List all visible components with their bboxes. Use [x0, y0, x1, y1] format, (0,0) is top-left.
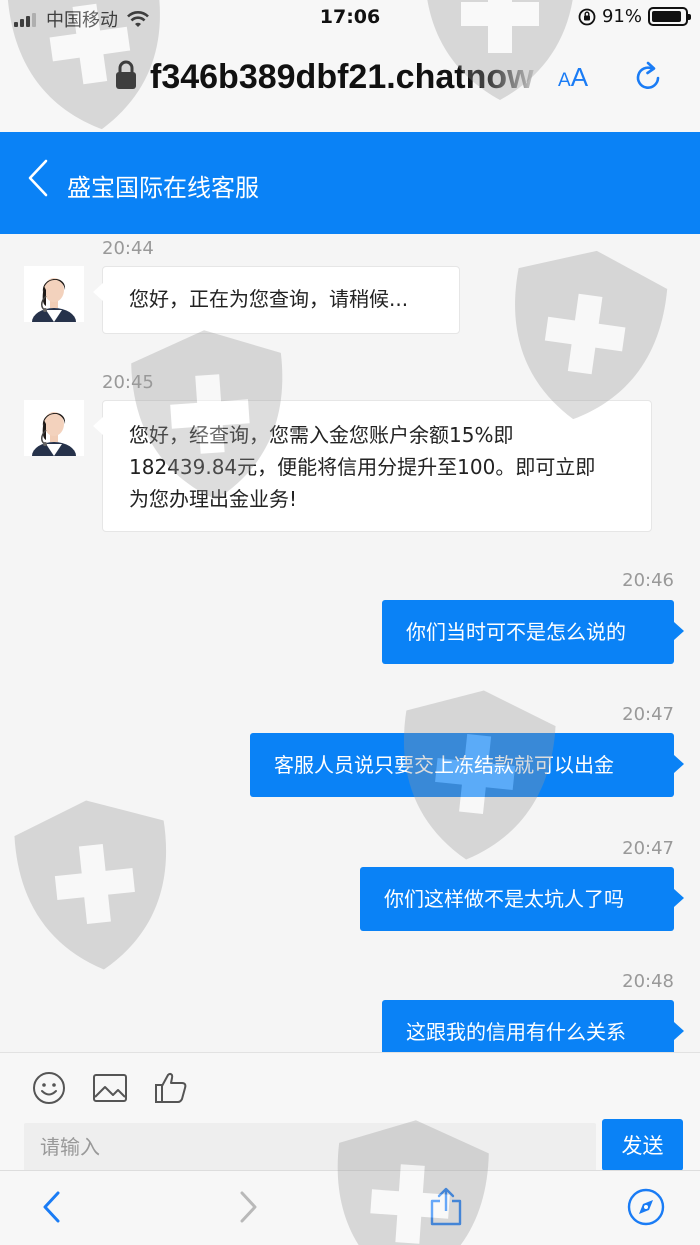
send-button[interactable]: 发送	[602, 1119, 683, 1171]
message-time: 20:46	[622, 570, 674, 591]
text-size-button[interactable]: AA	[558, 62, 588, 93]
message-time: 20:48	[622, 971, 674, 992]
browser-toolbar	[0, 1170, 700, 1245]
message-time: 20:45	[102, 372, 154, 393]
user-message-bubble: 客服人员说只要交上冻结款就可以出金	[250, 733, 684, 797]
agent-message-bubble: 您好，经查询，您需入金您账户余额15%即 182439.84元，便能将信用分提升…	[93, 400, 652, 532]
agent-avatar	[24, 266, 84, 322]
user-message-bubble: 你们当时可不是怎么说的	[382, 600, 684, 664]
lock-icon	[116, 60, 136, 89]
message-time: 20:47	[622, 838, 674, 859]
agent-message-bubble: 您好，正在为您查询，请稍候...	[93, 266, 460, 334]
reload-icon[interactable]	[632, 60, 664, 94]
url-text[interactable]: f346b389dbf21.chatnow	[150, 58, 544, 97]
browser-address-bar[interactable]: f346b389dbf21.chatnow AA	[0, 36, 700, 132]
composer: 发送	[0, 1052, 700, 1171]
battery-icon	[648, 7, 691, 26]
back-chevron-icon[interactable]	[26, 158, 50, 198]
agent-avatar	[24, 400, 84, 456]
rotation-lock-icon	[578, 8, 596, 25]
emoji-icon[interactable]	[32, 1071, 66, 1105]
back-icon[interactable]	[40, 1187, 64, 1227]
message-time: 20:44	[102, 238, 154, 259]
forward-icon[interactable]	[236, 1187, 260, 1227]
message-input[interactable]	[24, 1123, 596, 1171]
share-icon[interactable]	[428, 1187, 464, 1227]
user-message-bubble: 这跟我的信用有什么关系	[382, 1000, 684, 1052]
compass-icon[interactable]	[626, 1187, 666, 1227]
thumbs-up-icon[interactable]	[154, 1071, 188, 1105]
image-icon[interactable]	[92, 1071, 128, 1105]
user-message-bubble: 你们这样做不是太坑人了吗	[360, 867, 684, 931]
battery-percent: 91%	[601, 6, 642, 27]
chat-header: 盛宝国际在线客服	[0, 132, 700, 234]
message-list[interactable]: 20:44 您好，正在为您查询，请稍候... 20:45 您好，经查询，您需入金…	[0, 234, 700, 1052]
status-bar: 中国移动 17:06 91%	[0, 0, 700, 36]
message-time: 20:47	[622, 704, 674, 725]
chat-title: 盛宝国际在线客服	[67, 174, 259, 202]
